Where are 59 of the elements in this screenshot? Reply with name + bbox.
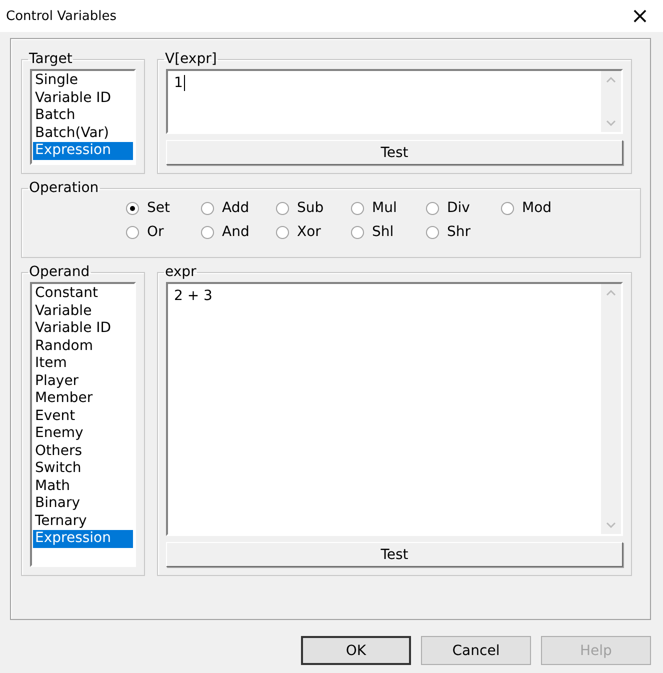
radio-icon[interactable]	[201, 226, 214, 238]
dialog-button[interactable]: Cancel	[421, 636, 531, 665]
list-item[interactable]: Math	[33, 478, 133, 495]
list-item[interactable]: Variable	[33, 302, 133, 320]
group-label: expr	[164, 264, 198, 280]
list-item[interactable]: Switch	[33, 460, 133, 478]
group-label: Operand	[28, 264, 91, 280]
text-value: 2 + 3	[174, 288, 212, 304]
test-button[interactable]: Test	[166, 140, 623, 165]
radio-icon[interactable]	[351, 202, 364, 214]
list-item[interactable]: Player	[33, 372, 133, 390]
list-box[interactable]: Constant Variable Variable ID Random Item Player Member Event Enemy Others Switch Math Binary Ternary Expression	[30, 282, 136, 567]
list-item[interactable]: Enemy	[33, 425, 133, 442]
window-title: Control Variables	[6, 8, 117, 24]
radio-icon[interactable]	[501, 202, 514, 214]
radio-icon[interactable]	[201, 202, 214, 214]
group-label: V[expr]	[164, 51, 218, 67]
text-area[interactable]: 2 + 3	[166, 282, 623, 536]
list-item[interactable]: Random	[33, 338, 133, 355]
radio-option[interactable]: Or	[126, 224, 201, 240]
radio-icon[interactable]	[126, 202, 139, 214]
radio-icon[interactable]	[426, 202, 439, 214]
radio-option[interactable]: Set	[126, 200, 201, 216]
text-value: 1	[174, 75, 183, 91]
radio-icon[interactable]	[276, 202, 289, 214]
radio-option[interactable]: Div	[426, 200, 501, 216]
radio-option[interactable]: Mod	[501, 200, 576, 216]
list-item[interactable]: Variable ID	[33, 320, 133, 338]
radio-icon[interactable]	[276, 226, 289, 238]
list-item[interactable]: Item	[33, 355, 133, 372]
list-item[interactable]: Expression	[33, 142, 133, 160]
list-item[interactable]: Constant	[33, 285, 133, 302]
radio-option[interactable]: Add	[201, 200, 276, 216]
radio-option[interactable]: Sub	[276, 200, 351, 216]
dialog-button[interactable]: OK	[301, 636, 411, 665]
list-item[interactable]: Expression	[33, 530, 133, 548]
list-item[interactable]: Batch(Var)	[33, 124, 133, 142]
list-item[interactable]: Variable ID	[33, 90, 133, 107]
list-item[interactable]: Binary	[33, 495, 133, 512]
radio-icon[interactable]	[351, 226, 364, 238]
group-label: Operation	[28, 180, 100, 196]
radio-option[interactable]: And	[201, 224, 276, 240]
radio-option[interactable]: Shr	[426, 224, 501, 240]
text-caret	[184, 75, 185, 91]
radio-icon[interactable]	[426, 226, 439, 238]
list-item[interactable]: Batch	[33, 107, 133, 124]
list-box[interactable]: Single Variable ID Batch Batch(Var) Expression	[30, 69, 136, 165]
list-item[interactable]: Ternary	[33, 512, 133, 530]
list-item[interactable]: Member	[33, 390, 133, 408]
list-item[interactable]: Others	[33, 442, 133, 460]
group-label: Target	[28, 51, 74, 67]
radio-option[interactable]: Mul	[351, 200, 426, 216]
text-area[interactable]: 1	[166, 69, 623, 134]
radio-option[interactable]: Xor	[276, 224, 351, 240]
test-button[interactable]: Test	[166, 542, 623, 567]
radio-option[interactable]: Shl	[351, 224, 426, 240]
list-item[interactable]: Single	[33, 72, 133, 90]
list-item[interactable]: Event	[33, 408, 133, 425]
radio-icon[interactable]	[126, 226, 139, 238]
